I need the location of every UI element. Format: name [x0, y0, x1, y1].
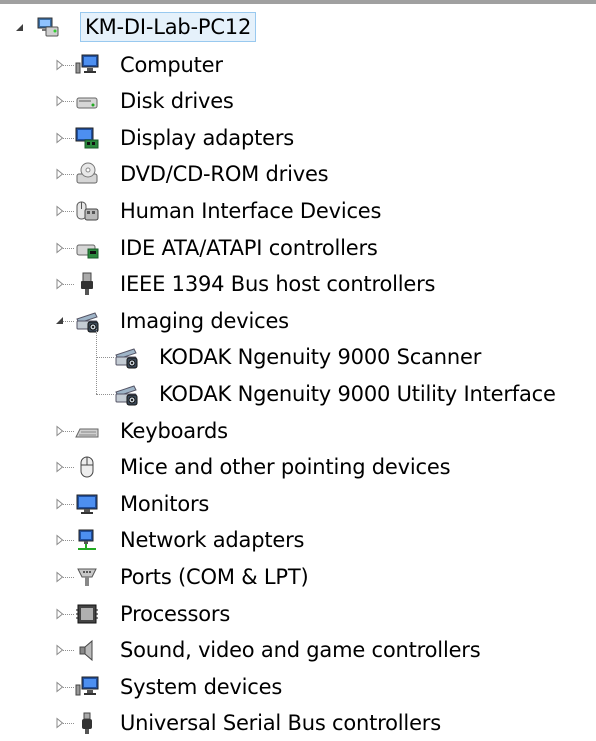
speaker-icon: [75, 638, 99, 662]
expand-arrow-icon[interactable]: [54, 242, 66, 254]
expand-arrow-icon[interactable]: [54, 461, 66, 473]
category-label: System devices: [120, 674, 283, 699]
expand-arrow-icon[interactable]: [54, 717, 66, 729]
expand-arrow-icon[interactable]: [54, 498, 66, 510]
device-label: KODAK Ngenuity 9000 Scanner: [159, 345, 482, 370]
monitor-icon: [75, 492, 99, 516]
category-label: Imaging devices: [120, 308, 289, 333]
category-label: Computer: [120, 52, 223, 77]
expand-arrow-icon[interactable]: [54, 608, 66, 620]
hid-icon: [75, 199, 99, 223]
expand-arrow-icon[interactable]: [54, 205, 66, 217]
category-label: Keyboards: [120, 418, 228, 443]
network-adapter-icon: [75, 528, 99, 552]
expand-arrow-icon[interactable]: [54, 278, 66, 290]
dvd-drive-icon: [75, 162, 99, 186]
category-label: Display adapters: [120, 125, 295, 150]
expand-arrow-icon[interactable]: [54, 644, 66, 656]
expand-arrow-icon[interactable]: [54, 59, 66, 71]
expand-arrow-icon[interactable]: [54, 95, 66, 107]
expand-arrow-icon[interactable]: [54, 132, 66, 144]
category-label: DVD/CD-ROM drives: [120, 162, 329, 187]
category-label: Processors: [120, 601, 231, 626]
firewire-icon: [75, 272, 99, 296]
display-adapter-icon: [75, 126, 99, 150]
processor-icon: [75, 602, 99, 626]
category-label: Sound, video and game controllers: [120, 638, 481, 663]
expand-arrow-icon[interactable]: [54, 681, 66, 693]
collapse-arrow-icon[interactable]: [54, 315, 66, 327]
device-tree: KM-DI-Lab-PC12 Computer Disk drives Display…: [0, 0, 596, 735]
category-label: Disk drives: [120, 89, 234, 114]
scanner-icon: [114, 345, 138, 369]
usb-icon: [75, 711, 99, 735]
mouse-icon: [75, 455, 99, 479]
port-icon: [75, 565, 99, 589]
device-label: KODAK Ngenuity 9000 Utility Interface: [159, 382, 556, 406]
expand-arrow-icon[interactable]: [54, 534, 66, 546]
ide-controller-icon: [75, 236, 99, 260]
system-device-icon: [75, 675, 99, 699]
expand-arrow-icon[interactable]: [54, 168, 66, 180]
disk-drive-icon: [75, 89, 99, 113]
root-node-label[interactable]: KM-DI-Lab-PC12: [80, 12, 257, 42]
category-label: Universal Serial Bus controllers: [120, 711, 441, 736]
category-label: IEEE 1394 Bus host controllers: [120, 272, 436, 297]
category-label: Human Interface Devices: [120, 199, 382, 223]
expand-arrow-icon[interactable]: [54, 571, 66, 583]
tree-connector-line: [96, 357, 114, 359]
computer-icon: [75, 53, 99, 77]
computer-network-icon: [36, 15, 60, 39]
tree-connector-line: [96, 328, 97, 394]
expand-arrow-icon[interactable]: [54, 425, 66, 437]
category-label: Ports (COM & LPT): [120, 565, 309, 589]
category-label: Network adapters: [120, 528, 305, 553]
category-label: IDE ATA/ATAPI controllers: [120, 235, 378, 260]
tree-connector-line: [96, 394, 114, 395]
keyboard-icon: [75, 419, 99, 443]
scanner-icon: [114, 382, 138, 406]
collapse-arrow-icon[interactable]: [14, 22, 26, 34]
category-label: Mice and other pointing devices: [120, 455, 451, 480]
category-label: Monitors: [120, 491, 210, 516]
